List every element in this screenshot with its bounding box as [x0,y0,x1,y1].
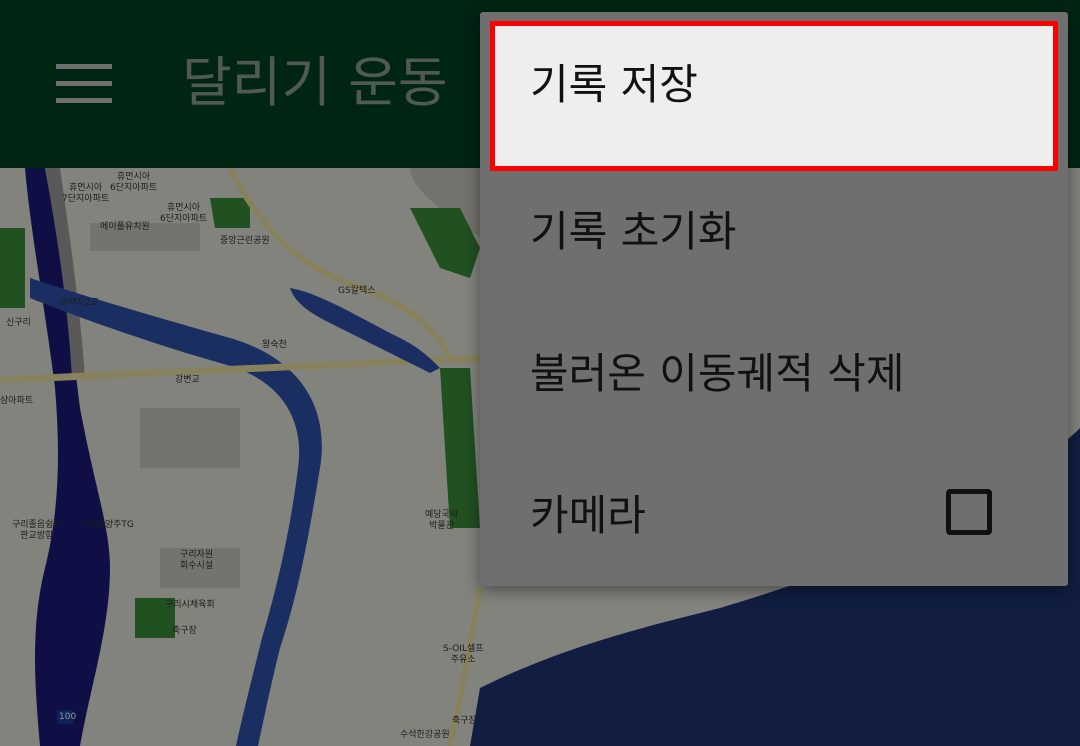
screen: 휴먼시아 6단지아파트 휴먼시아 7단지아파트 휴먼시아 6단지아파트 메이플유치원 … [0,0,1080,746]
menu-item-label: 기록 저장 [530,60,698,109]
menu-item-label: 카메라 [530,491,646,540]
camera-checkbox[interactable] [946,489,992,535]
menu-item-label: 기록 초기화 [530,207,737,256]
menu-item-label: 불러온 이동궤적 삭제 [530,349,905,398]
overflow-menu: 기록 저장 기록 초기화 불러온 이동궤적 삭제 카메라 [480,12,1068,586]
menu-item-save-record[interactable]: 기록 저장 [490,21,1058,171]
menu-item-delete-track[interactable]: 불러온 이동궤적 삭제 [480,302,1068,446]
menu-item-reset-record[interactable]: 기록 초기화 [480,160,1068,304]
